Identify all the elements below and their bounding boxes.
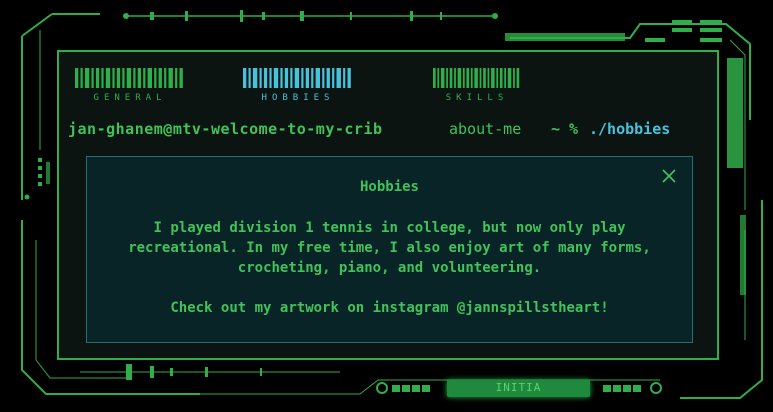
tab-skills[interactable]: SKILLS: [433, 68, 521, 103]
hobbies-dialog: Hobbies I played division 1 tennis in co…: [86, 156, 693, 343]
initiate-label: INITIA: [495, 381, 542, 394]
tab-bar: GENERAL HOBBIES SKILLS: [57, 68, 557, 104]
barcode-icon: [75, 68, 183, 88]
prompt-directory: about-me: [449, 120, 522, 138]
tab-label-skills: SKILLS: [445, 93, 509, 103]
dialog-body: I played division 1 tennis in college, b…: [117, 218, 662, 338]
barcode-icon: [243, 68, 351, 88]
dialog-paragraph: I played division 1 tennis in college, b…: [128, 220, 651, 276]
prompt-command: ./hobbies: [589, 120, 671, 138]
prompt-symbol: ~ %: [551, 120, 579, 138]
dialog-title: Hobbies: [359, 179, 419, 195]
terminal-prompt: jan-ghanem@mtv-welcome-to-my-crib about-…: [68, 120, 688, 140]
close-icon[interactable]: [660, 167, 678, 185]
tab-hobbies[interactable]: HOBBIES: [243, 68, 353, 103]
dialog-paragraph: Check out my artwork on instagram @janns…: [170, 300, 609, 316]
initiate-button[interactable]: INITIA: [447, 380, 590, 397]
tab-label-hobbies: HOBBIES: [261, 93, 335, 103]
prompt-user-host: jan-ghanem@mtv-welcome-to-my-crib: [68, 120, 383, 138]
barcode-icon: [433, 68, 520, 88]
tab-general[interactable]: GENERAL: [75, 68, 185, 103]
tab-label-general: GENERAL: [93, 93, 167, 103]
